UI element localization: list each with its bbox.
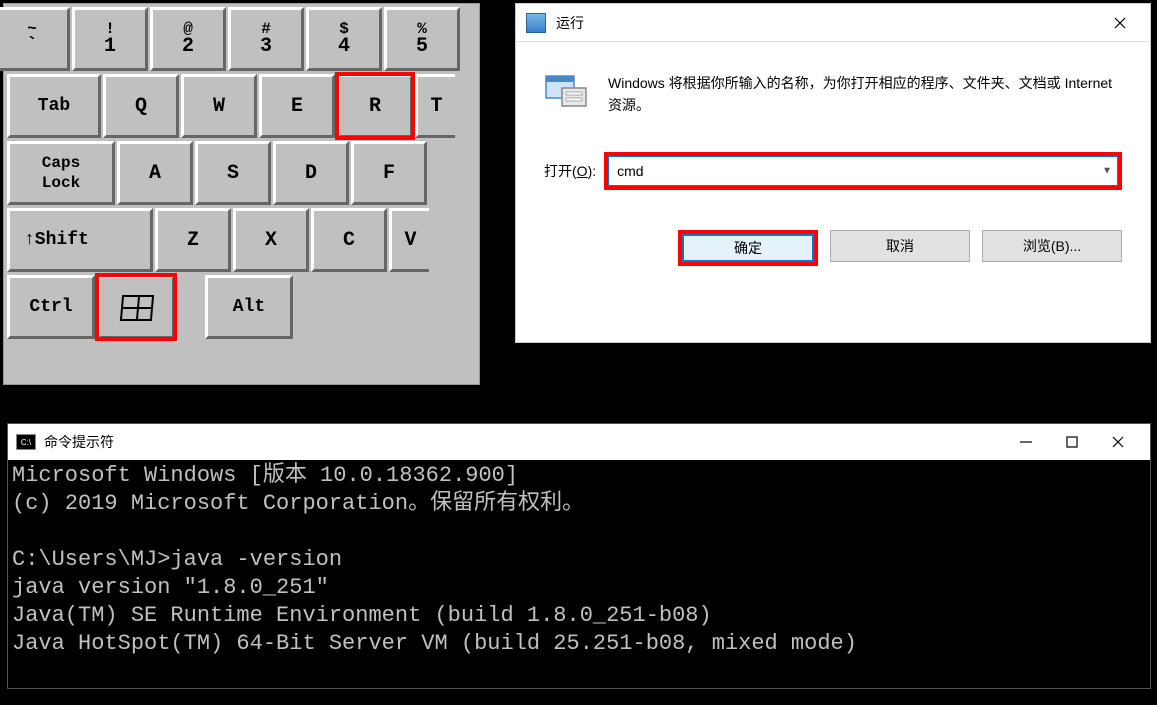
key-w[interactable]: W [181, 74, 257, 138]
key-capslock[interactable]: Caps Lock [7, 141, 115, 205]
cancel-button[interactable]: 取消 [830, 230, 970, 262]
key-q[interactable]: Q [103, 74, 179, 138]
key-f[interactable]: F [351, 141, 427, 205]
key-shift[interactable]: ↑Shift [7, 208, 153, 272]
cmd-titlebar: C:\ 命令提示符 [8, 424, 1150, 460]
key-s[interactable]: S [195, 141, 271, 205]
key-1[interactable]: ! 1 [72, 7, 148, 71]
run-app-icon [526, 13, 546, 33]
key-z[interactable]: Z [155, 208, 231, 272]
run-dialog: 运行 Windows 将根据你所输入的名称，为你打开相应的程序、文件夹、文档或 … [515, 3, 1151, 343]
run-large-icon [544, 72, 588, 112]
minimize-button[interactable] [1016, 432, 1036, 452]
key-ctrl[interactable]: Ctrl [7, 275, 95, 339]
run-input-highlight: ▼ [604, 152, 1122, 190]
on-screen-keyboard: ~ ` ! 1 @ 2 # 3 $ 4 % 5 Tab Q W E R T [3, 3, 480, 385]
run-open-input[interactable] [608, 156, 1118, 186]
maximize-button[interactable] [1062, 432, 1082, 452]
key-c[interactable]: C [311, 208, 387, 272]
key-e[interactable]: E [259, 74, 335, 138]
close-icon [1114, 17, 1126, 29]
run-close-button[interactable] [1100, 8, 1140, 38]
close-button[interactable] [1108, 432, 1128, 452]
key-tab[interactable]: Tab [7, 74, 101, 138]
run-title: 运行 [556, 13, 584, 33]
key-2[interactable]: @ 2 [150, 7, 226, 71]
minimize-icon [1019, 435, 1033, 449]
key-x[interactable]: X [233, 208, 309, 272]
command-prompt-window: C:\ 命令提示符 Microsoft Windows [版本 10.0.183… [7, 423, 1151, 689]
key-t[interactable]: T [415, 74, 455, 138]
key-d[interactable]: D [273, 141, 349, 205]
key-v[interactable]: V [389, 208, 429, 272]
run-open-label: 打开(O): [544, 161, 596, 181]
close-icon [1111, 435, 1125, 449]
ok-button[interactable]: 确定 [682, 234, 814, 262]
key-5[interactable]: % 5 [384, 7, 460, 71]
key-alt[interactable]: Alt [205, 275, 293, 339]
ok-button-highlight: 确定 [678, 230, 818, 266]
cmd-app-icon: C:\ [16, 434, 36, 450]
cmd-title: 命令提示符 [44, 432, 114, 452]
key-3[interactable]: # 3 [228, 7, 304, 71]
key-r[interactable]: R [337, 74, 413, 138]
key-windows[interactable] [97, 275, 175, 339]
cmd-output[interactable]: Microsoft Windows [版本 10.0.18362.900] (c… [8, 460, 1150, 660]
browse-button[interactable]: 浏览(B)... [982, 230, 1122, 262]
run-button-row: 确定 取消 浏览(B)... [516, 190, 1150, 266]
key-4[interactable]: $ 4 [306, 7, 382, 71]
run-description: Windows 将根据你所输入的名称，为你打开相应的程序、文件夹、文档或 Int… [608, 72, 1122, 116]
windows-logo-icon [121, 295, 151, 319]
run-titlebar: 运行 [516, 4, 1150, 42]
maximize-icon [1065, 435, 1079, 449]
key-backtick[interactable]: ~ ` [0, 7, 70, 71]
key-a[interactable]: A [117, 141, 193, 205]
